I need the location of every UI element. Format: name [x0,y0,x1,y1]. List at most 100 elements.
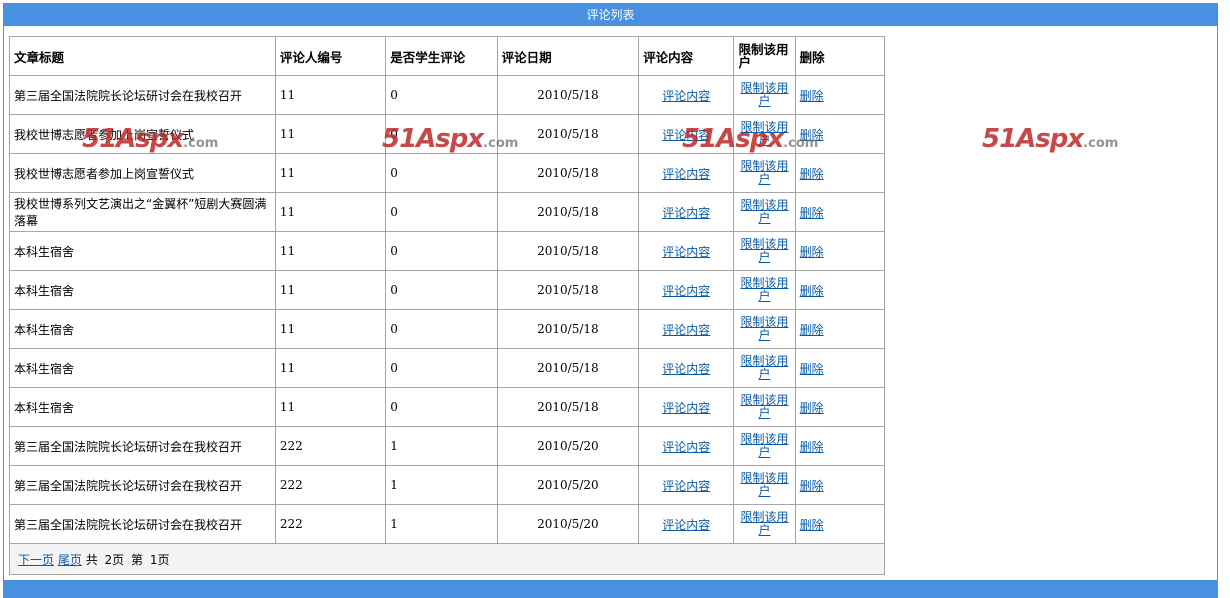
delete-cell: 删除 [794,192,886,232]
restrict-user-link[interactable]: 限制该用户 [738,238,790,264]
restrict-user-link[interactable]: 限制该用户 [738,199,790,225]
restrict-user-link[interactable]: 限制该用户 [738,355,790,381]
cell-is-student: 1 [385,504,498,544]
cell-reviewer: 11 [274,309,387,349]
view-content-link[interactable]: 评论内容 [662,128,710,142]
delete-link[interactable]: 删除 [800,128,824,142]
restrict-user-cell: 限制该用户 [733,75,796,115]
delete-link[interactable]: 删除 [800,401,824,415]
cell-reviewer: 11 [274,192,387,232]
restrict-user-link[interactable]: 限制该用户 [738,277,790,303]
next-page-link[interactable]: 下一页 [18,553,54,567]
cell-reviewer: 11 [274,387,387,427]
view-content-cell: 评论内容 [638,348,735,388]
view-content-cell: 评论内容 [638,192,735,232]
table-row: 我校世博志愿者参加上岗宣誓仪式 11 0 2010/5/18 评论内容 限制该用户 删除 [9,114,886,154]
cell-is-student: 0 [385,231,498,271]
cell-title: 第三届全国法院院长论坛研讨会在我校召开 [9,465,276,505]
restrict-user-cell: 限制该用户 [733,192,796,232]
view-content-link[interactable]: 评论内容 [662,245,710,259]
cell-reviewer: 11 [274,270,387,310]
current-page: 1页 [149,552,170,567]
cell-is-student: 1 [385,465,498,505]
cell-title: 我校世博志愿者参加上岗宣誓仪式 [9,114,276,154]
table-row: 本科生宿舍 11 0 2010/5/18 评论内容 限制该用户 删除 [9,348,886,388]
delete-link[interactable]: 删除 [800,518,824,532]
table-row: 本科生宿舍 11 0 2010/5/18 评论内容 限制该用户 删除 [9,270,886,310]
delete-cell: 删除 [794,153,886,193]
pager: 下一页 尾页 共 2页 第 1页 [9,543,885,575]
table-row: 第三届全国法院院长论坛研讨会在我校召开 222 1 2010/5/20 评论内容 限制该用… [9,426,886,466]
cell-reviewer: 222 [274,465,387,505]
delete-link[interactable]: 删除 [800,440,824,454]
restrict-user-link[interactable]: 限制该用户 [738,511,790,537]
restrict-user-cell: 限制该用户 [733,348,796,388]
cell-reviewer: 11 [274,348,387,388]
restrict-user-link[interactable]: 限制该用户 [738,121,790,147]
restrict-user-link[interactable]: 限制该用户 [738,82,790,108]
view-content-link[interactable]: 评论内容 [662,479,710,493]
view-content-link[interactable]: 评论内容 [662,167,710,181]
view-content-link[interactable]: 评论内容 [662,401,710,415]
view-content-link[interactable]: 评论内容 [662,518,710,532]
header-restrict: 限制该用户 [733,36,796,76]
restrict-user-cell: 限制该用户 [733,309,796,349]
view-content-cell: 评论内容 [638,270,735,310]
view-content-cell: 评论内容 [638,114,735,154]
restrict-user-link[interactable]: 限制该用户 [738,433,790,459]
delete-link[interactable]: 删除 [800,284,824,298]
cell-title: 本科生宿舍 [9,387,276,427]
view-content-cell: 评论内容 [638,504,735,544]
view-content-cell: 评论内容 [638,465,735,505]
view-content-link[interactable]: 评论内容 [662,362,710,376]
restrict-user-cell: 限制该用户 [733,504,796,544]
cell-reviewer: 222 [274,426,387,466]
delete-cell: 删除 [794,75,886,115]
delete-cell: 删除 [794,231,886,271]
view-content-cell: 评论内容 [638,426,735,466]
delete-link[interactable]: 删除 [800,167,824,181]
cell-title: 我校世博志愿者参加上岗宣誓仪式 [9,153,276,193]
header-date: 评论日期 [496,36,640,76]
table-header-row: 文章标题 评论人编号 是否学生评论 评论日期 评论内容 限制该用户 删除 [9,36,886,76]
restrict-user-cell: 限制该用户 [733,426,796,466]
cell-is-student: 1 [385,426,498,466]
delete-link[interactable]: 删除 [800,245,824,259]
table-row: 第三届全国法院院长论坛研讨会在我校召开 222 1 2010/5/20 评论内容 限制该用… [9,465,886,505]
cell-date: 2010/5/18 [496,270,640,310]
cell-title: 本科生宿舍 [9,309,276,349]
last-page-link[interactable]: 尾页 [58,553,82,567]
current-prefix: 第 [131,552,144,567]
total-pages: 2页 [104,552,125,567]
delete-link[interactable]: 删除 [800,206,824,220]
view-content-link[interactable]: 评论内容 [662,440,710,454]
cell-reviewer: 222 [274,504,387,544]
table-row: 本科生宿舍 11 0 2010/5/18 评论内容 限制该用户 删除 [9,387,886,427]
restrict-user-link[interactable]: 限制该用户 [738,472,790,498]
restrict-user-link[interactable]: 限制该用户 [738,394,790,420]
cell-date: 2010/5/18 [496,192,640,232]
view-content-link[interactable]: 评论内容 [662,206,710,220]
restrict-user-link[interactable]: 限制该用户 [738,160,790,186]
view-content-cell: 评论内容 [638,153,735,193]
table-body: 第三届全国法院院长论坛研讨会在我校召开 11 0 2010/5/18 评论内容 限制该用户… [9,75,886,544]
delete-link[interactable]: 删除 [800,89,824,103]
delete-link[interactable]: 删除 [800,362,824,376]
bottom-bar [3,580,1218,598]
view-content-link[interactable]: 评论内容 [662,284,710,298]
cell-date: 2010/5/18 [496,309,640,349]
cell-is-student: 0 [385,114,498,154]
cell-title: 我校世博系列文艺演出之“金翼杯”短剧大赛圆满落幕 [9,192,276,232]
restrict-user-link[interactable]: 限制该用户 [738,316,790,342]
cell-reviewer: 11 [274,114,387,154]
view-content-cell: 评论内容 [638,387,735,427]
cell-date: 2010/5/20 [496,504,640,544]
restrict-user-cell: 限制该用户 [733,387,796,427]
cell-date: 2010/5/18 [496,75,640,115]
delete-link[interactable]: 删除 [800,323,824,337]
cell-reviewer: 11 [274,231,387,271]
view-content-link[interactable]: 评论内容 [662,323,710,337]
delete-link[interactable]: 删除 [800,479,824,493]
view-content-link[interactable]: 评论内容 [662,89,710,103]
restrict-user-cell: 限制该用户 [733,114,796,154]
